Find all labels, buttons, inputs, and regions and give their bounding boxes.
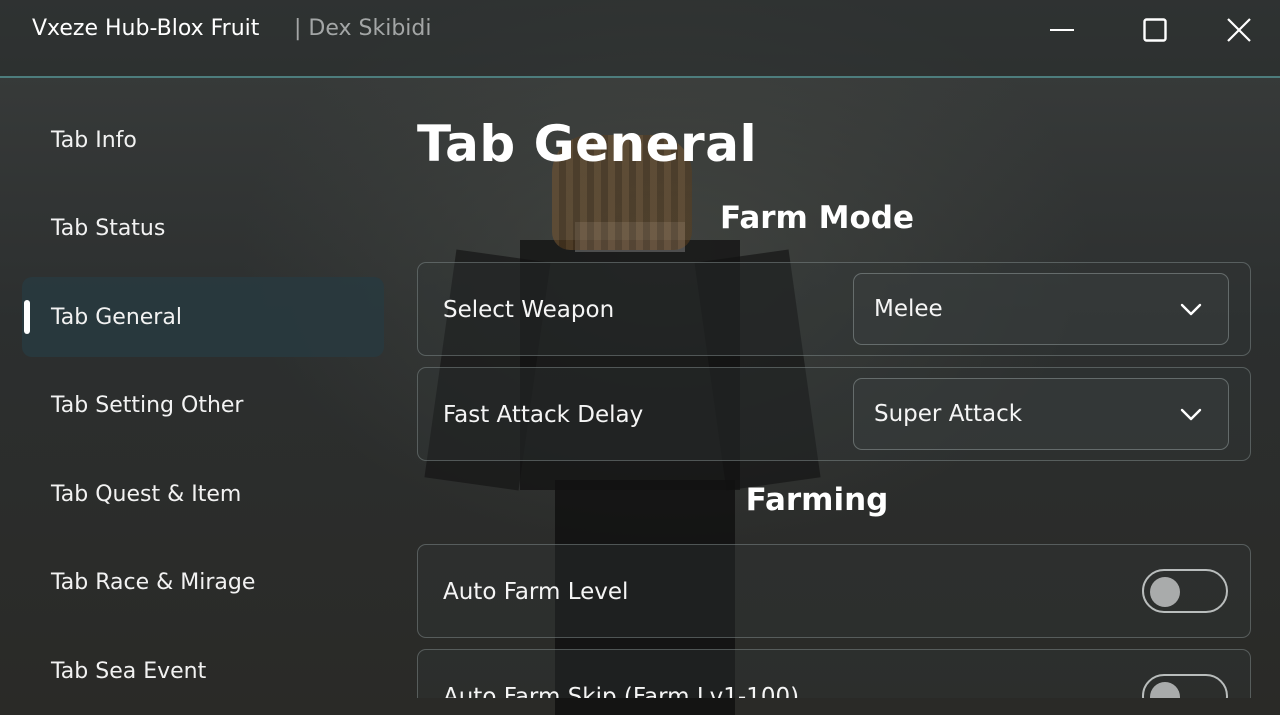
title-bar: Vxeze Hub-Blox Fruit | Dex Skibidi [0, 0, 1280, 76]
chevron-down-icon [1180, 303, 1202, 316]
select-weapon-value: Melee [874, 296, 943, 322]
sidebar-item-race-mirage[interactable]: Tab Race & Mirage [22, 543, 384, 623]
tab-content[interactable]: Tab General Farm Mode Select Weapon Mele… [417, 100, 1253, 698]
sidebar-item-label: Tab Quest & Item [51, 481, 242, 507]
sidebar-item-status[interactable]: Tab Status [22, 189, 384, 269]
sidebar-item-label: Tab Race & Mirage [51, 570, 256, 595]
select-weapon-dropdown[interactable]: Melee [853, 273, 1229, 345]
fast-attack-delay-dropdown[interactable]: Super Attack [853, 378, 1229, 450]
auto-farm-skip-row: Auto Farm Skip (Farm Lv1-100) [417, 649, 1251, 698]
close-icon [1227, 18, 1251, 42]
auto-farm-level-label: Auto Farm Level [443, 579, 629, 605]
sidebar-item-sea-event[interactable]: Tab Sea Event [22, 631, 384, 711]
sidebar: Tab Info Tab Status Tab General Tab Sett… [22, 100, 384, 715]
app-window: Vxeze Hub-Blox Fruit | Dex Skibidi Tab I… [0, 0, 1280, 715]
toggle-knob [1150, 682, 1180, 698]
section-title-farming: Farming [745, 482, 889, 518]
maximize-button[interactable] [1133, 10, 1177, 50]
sidebar-item-label: Tab Setting Other [51, 393, 244, 418]
toggle-knob [1150, 577, 1180, 607]
maximize-icon [1143, 18, 1167, 42]
fast-attack-delay-value: Super Attack [874, 401, 1023, 427]
select-weapon-row: Select Weapon Melee [417, 262, 1251, 356]
fast-attack-delay-label: Fast Attack Delay [443, 402, 644, 428]
auto-farm-skip-toggle[interactable] [1142, 674, 1228, 698]
fast-attack-delay-row: Fast Attack Delay Super Attack [417, 367, 1251, 461]
sidebar-item-label: Tab Status [51, 216, 166, 241]
sidebar-item-quest-item[interactable]: Tab Quest & Item [22, 454, 384, 534]
sidebar-item-label: Tab Info [51, 127, 137, 153]
chevron-down-icon [1180, 408, 1202, 421]
sidebar-item-label: Tab General [51, 304, 182, 330]
sidebar-item-general[interactable]: Tab General [22, 277, 384, 357]
title-divider [0, 76, 1280, 78]
page-title: Tab General [417, 115, 758, 173]
sidebar-item-info[interactable]: Tab Info [22, 100, 384, 180]
close-button[interactable] [1217, 10, 1261, 50]
app-subtitle: | Dex Skibidi [294, 16, 432, 41]
active-tab-indicator [24, 300, 30, 334]
minimize-button[interactable] [1040, 10, 1084, 50]
section-title-farm-mode: Farm Mode [719, 200, 915, 236]
auto-farm-level-toggle[interactable] [1142, 569, 1228, 613]
minimize-icon [1050, 29, 1074, 31]
auto-farm-level-row: Auto Farm Level [417, 544, 1251, 638]
sidebar-item-setting-other[interactable]: Tab Setting Other [22, 366, 384, 446]
sidebar-item-label: Tab Sea Event [51, 658, 207, 684]
select-weapon-label: Select Weapon [443, 297, 615, 323]
auto-farm-skip-label: Auto Farm Skip (Farm Lv1-100) [443, 684, 800, 698]
app-title: Vxeze Hub-Blox Fruit [32, 16, 260, 41]
